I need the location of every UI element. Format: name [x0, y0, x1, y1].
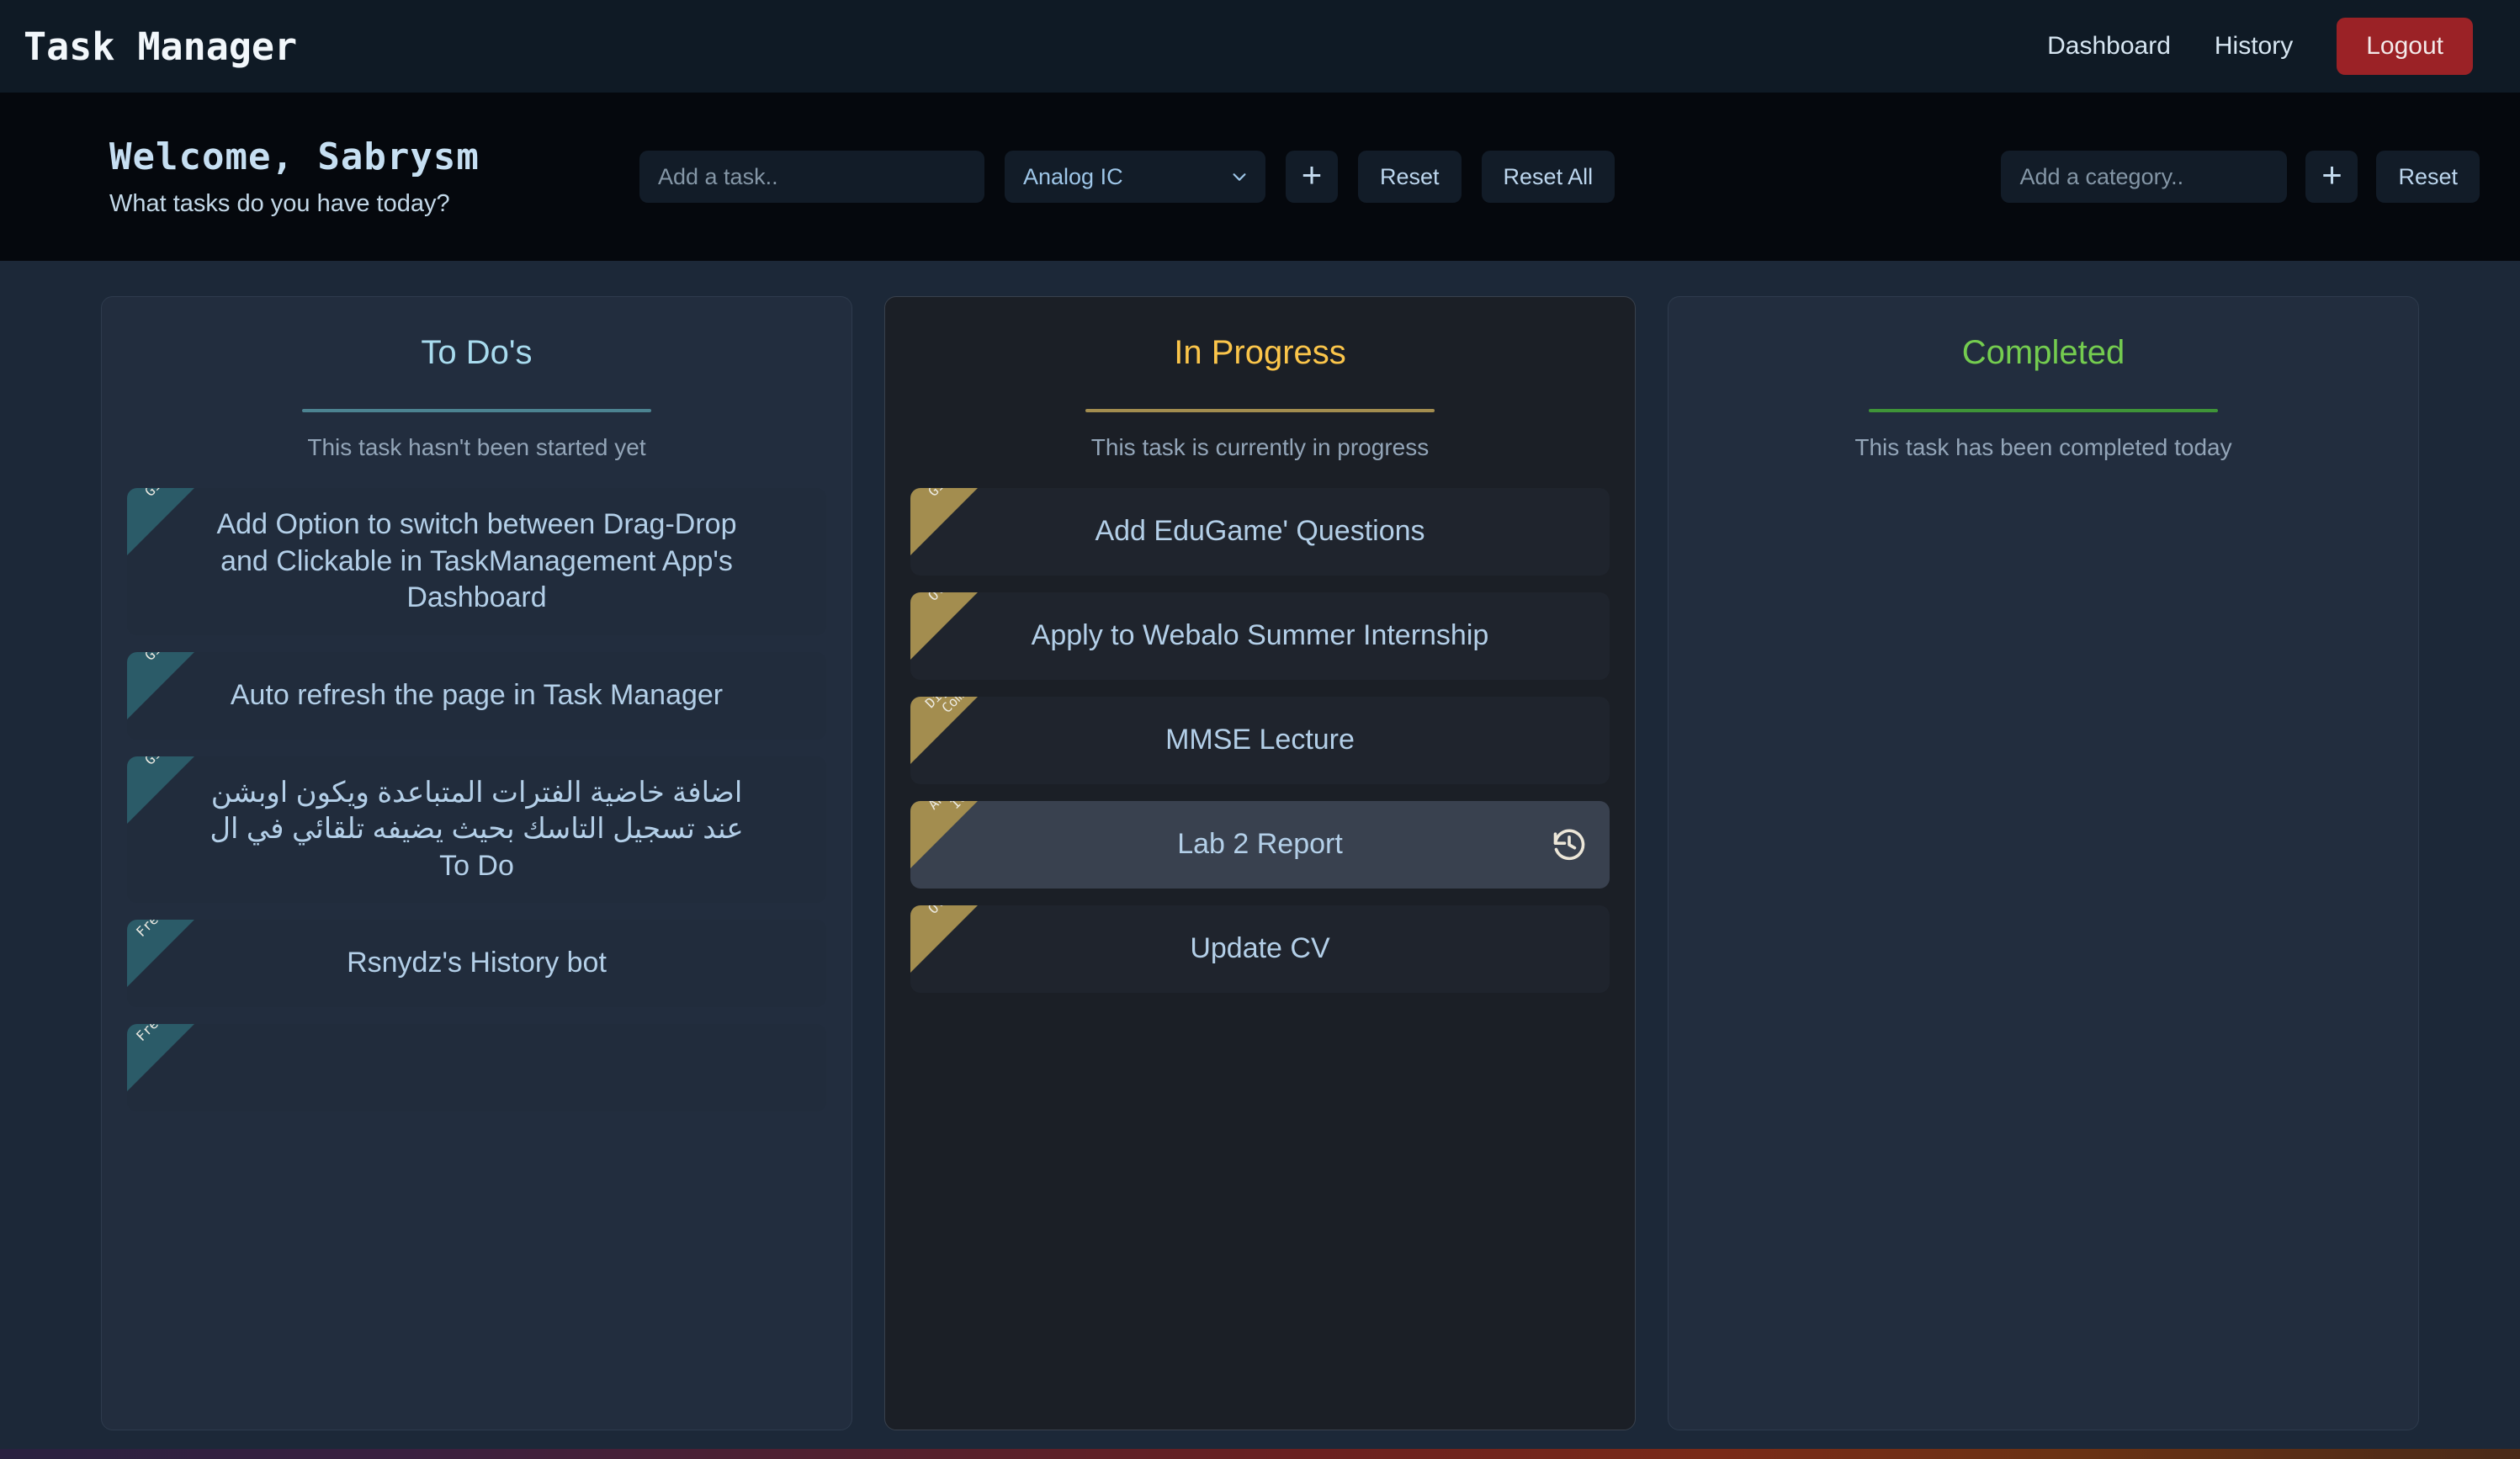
task-card[interactable]: OthersApply to Webalo Summer Internship	[910, 592, 1610, 680]
column-description-completed: This task has been completed today	[1854, 434, 2232, 460]
history-icon[interactable]	[1551, 826, 1588, 863]
column-rule	[302, 409, 651, 412]
logout-button[interactable]: Logout	[2337, 18, 2473, 75]
task-card[interactable]: Freelance	[127, 1024, 826, 1112]
reset-all-button[interactable]: Reset All	[1481, 151, 1615, 203]
task-title: Lab 2 Report	[1177, 828, 1343, 861]
category-ribbon	[127, 488, 194, 555]
task-title: Rsnydz's History bot	[347, 947, 607, 979]
welcome-block: Welcome, Sabrysm What tasks do you have …	[0, 135, 639, 218]
task-title: Add Option to switch between Drag-Drop a…	[216, 508, 737, 614]
task-list-todo: GitHubAdd Option to switch between Drag-…	[127, 488, 826, 1112]
column-completed[interactable]: Completed This task has been completed to…	[1668, 296, 2419, 1430]
category-controls: + Reset	[2001, 151, 2490, 203]
category-ribbon	[127, 920, 194, 988]
add-category-button[interactable]: +	[2305, 151, 2358, 203]
column-title-todo: To Do's	[421, 334, 533, 371]
reset-category-button[interactable]: Reset	[2376, 151, 2480, 203]
task-card[interactable]: GitHubاضافة خاضية الفترات المتباعدة ويكو…	[127, 756, 826, 904]
column-rule	[1869, 409, 2218, 412]
category-ribbon	[910, 592, 978, 660]
reset-task-button[interactable]: Reset	[1358, 151, 1462, 203]
header-bar: Welcome, Sabrysm What tasks do you have …	[0, 93, 2520, 261]
task-card[interactable]: Digital Comm.MMSE Lecture	[910, 697, 1610, 784]
category-select-wrapper[interactable]: Analog ICDigital Comm.GitHubOthersFreela…	[1005, 151, 1265, 203]
column-todo[interactable]: To Do's This task hasn't been started yet…	[101, 296, 852, 1430]
column-title-in_progress: In Progress	[1174, 334, 1346, 371]
category-ribbon	[910, 801, 978, 868]
task-list-in_progress: GitHubAdd EduGame' Questions OthersApply …	[910, 488, 1610, 993]
category-ribbon	[910, 905, 978, 973]
nav-link-history[interactable]: History	[2215, 32, 2293, 61]
app-title: Task Manager	[24, 24, 298, 69]
category-ribbon	[910, 488, 978, 555]
task-title: Auto refresh the page in Task Manager	[230, 678, 724, 711]
plus-icon: +	[2321, 155, 2342, 194]
task-title: Add EduGame' Questions	[1095, 515, 1425, 548]
welcome-subtitle: What tasks do you have today?	[109, 190, 450, 217]
footer-gradient-strip	[0, 1449, 2520, 1459]
nav-link-dashboard[interactable]: Dashboard	[2047, 32, 2171, 61]
welcome-title: Welcome, Sabrysm	[109, 135, 480, 178]
add-task-button[interactable]: +	[1286, 151, 1338, 203]
column-title-completed: Completed	[1961, 334, 2125, 371]
navbar: Task Manager Dashboard History Logout	[0, 0, 2520, 93]
column-description-in_progress: This task is currently in progress	[1090, 434, 1430, 460]
task-card[interactable]: GitHubAuto refresh the page in Task Mana…	[127, 651, 826, 740]
task-title: اضافة خاضية الفترات المتباعدة ويكون اوبش…	[210, 776, 744, 882]
column-in_progress[interactable]: In Progress This task is currently in pro…	[884, 296, 1636, 1430]
category-ribbon	[910, 697, 978, 764]
plus-icon: +	[1301, 155, 1323, 194]
navbar-links: Dashboard History Logout	[2047, 18, 2473, 75]
category-select[interactable]: Analog ICDigital Comm.GitHubOthersFreela…	[1005, 151, 1265, 203]
task-card[interactable]: Analog ICLab 2 Report	[910, 801, 1610, 889]
category-input[interactable]	[2001, 151, 2288, 203]
task-input[interactable]	[639, 151, 984, 203]
task-board: To Do's This task hasn't been started yet…	[0, 261, 2520, 1449]
task-title: Apply to Webalo Summer Internship	[1031, 619, 1489, 652]
task-title: Update CV	[1190, 932, 1330, 965]
category-ribbon	[127, 1024, 194, 1092]
column-description-todo: This task hasn't been started yet	[307, 434, 646, 460]
task-card[interactable]: GitHubAdd EduGame' Questions	[910, 488, 1610, 576]
task-card[interactable]: OthersUpdate CV	[910, 905, 1610, 993]
task-card[interactable]: FreelanceRsnydz's History bot	[127, 920, 826, 1008]
task-card[interactable]: GitHubAdd Option to switch between Drag-…	[127, 488, 826, 635]
task-controls: Analog ICDigital Comm.GitHubOthersFreela…	[639, 151, 2490, 203]
category-ribbon	[127, 756, 194, 824]
column-rule	[1085, 409, 1435, 412]
category-ribbon	[127, 651, 194, 719]
task-title: MMSE Lecture	[1165, 724, 1355, 756]
